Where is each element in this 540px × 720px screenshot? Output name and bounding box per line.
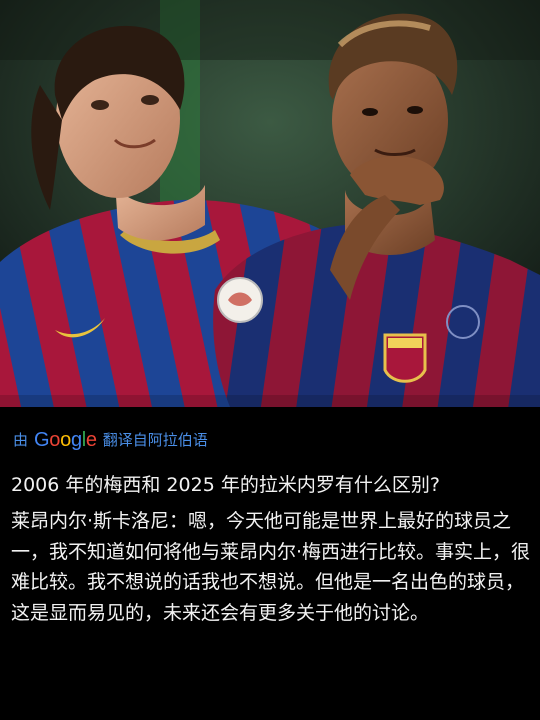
post-image[interactable]	[0, 0, 540, 407]
translated-by-prefix: 由	[13, 430, 29, 449]
translated-by-google-link[interactable]: 由 Google 翻译自阿拉伯语	[13, 426, 208, 454]
post-answer-text: 莱昂内尔·斯卡洛尼：嗯，今天他可能是世界上最好的球员之一，我不知道如何将他与莱昂…	[11, 510, 531, 624]
post-screen: 由 Google 翻译自阿拉伯语 2006 年的梅西和 2025 年的拉米内罗有…	[0, 0, 540, 720]
post-question-text: 2006 年的梅西和 2025 年的拉米内罗有什么区别?	[11, 474, 440, 496]
translated-from-language: 翻译自阿拉伯语	[102, 430, 208, 449]
google-logo: Google	[34, 429, 97, 451]
